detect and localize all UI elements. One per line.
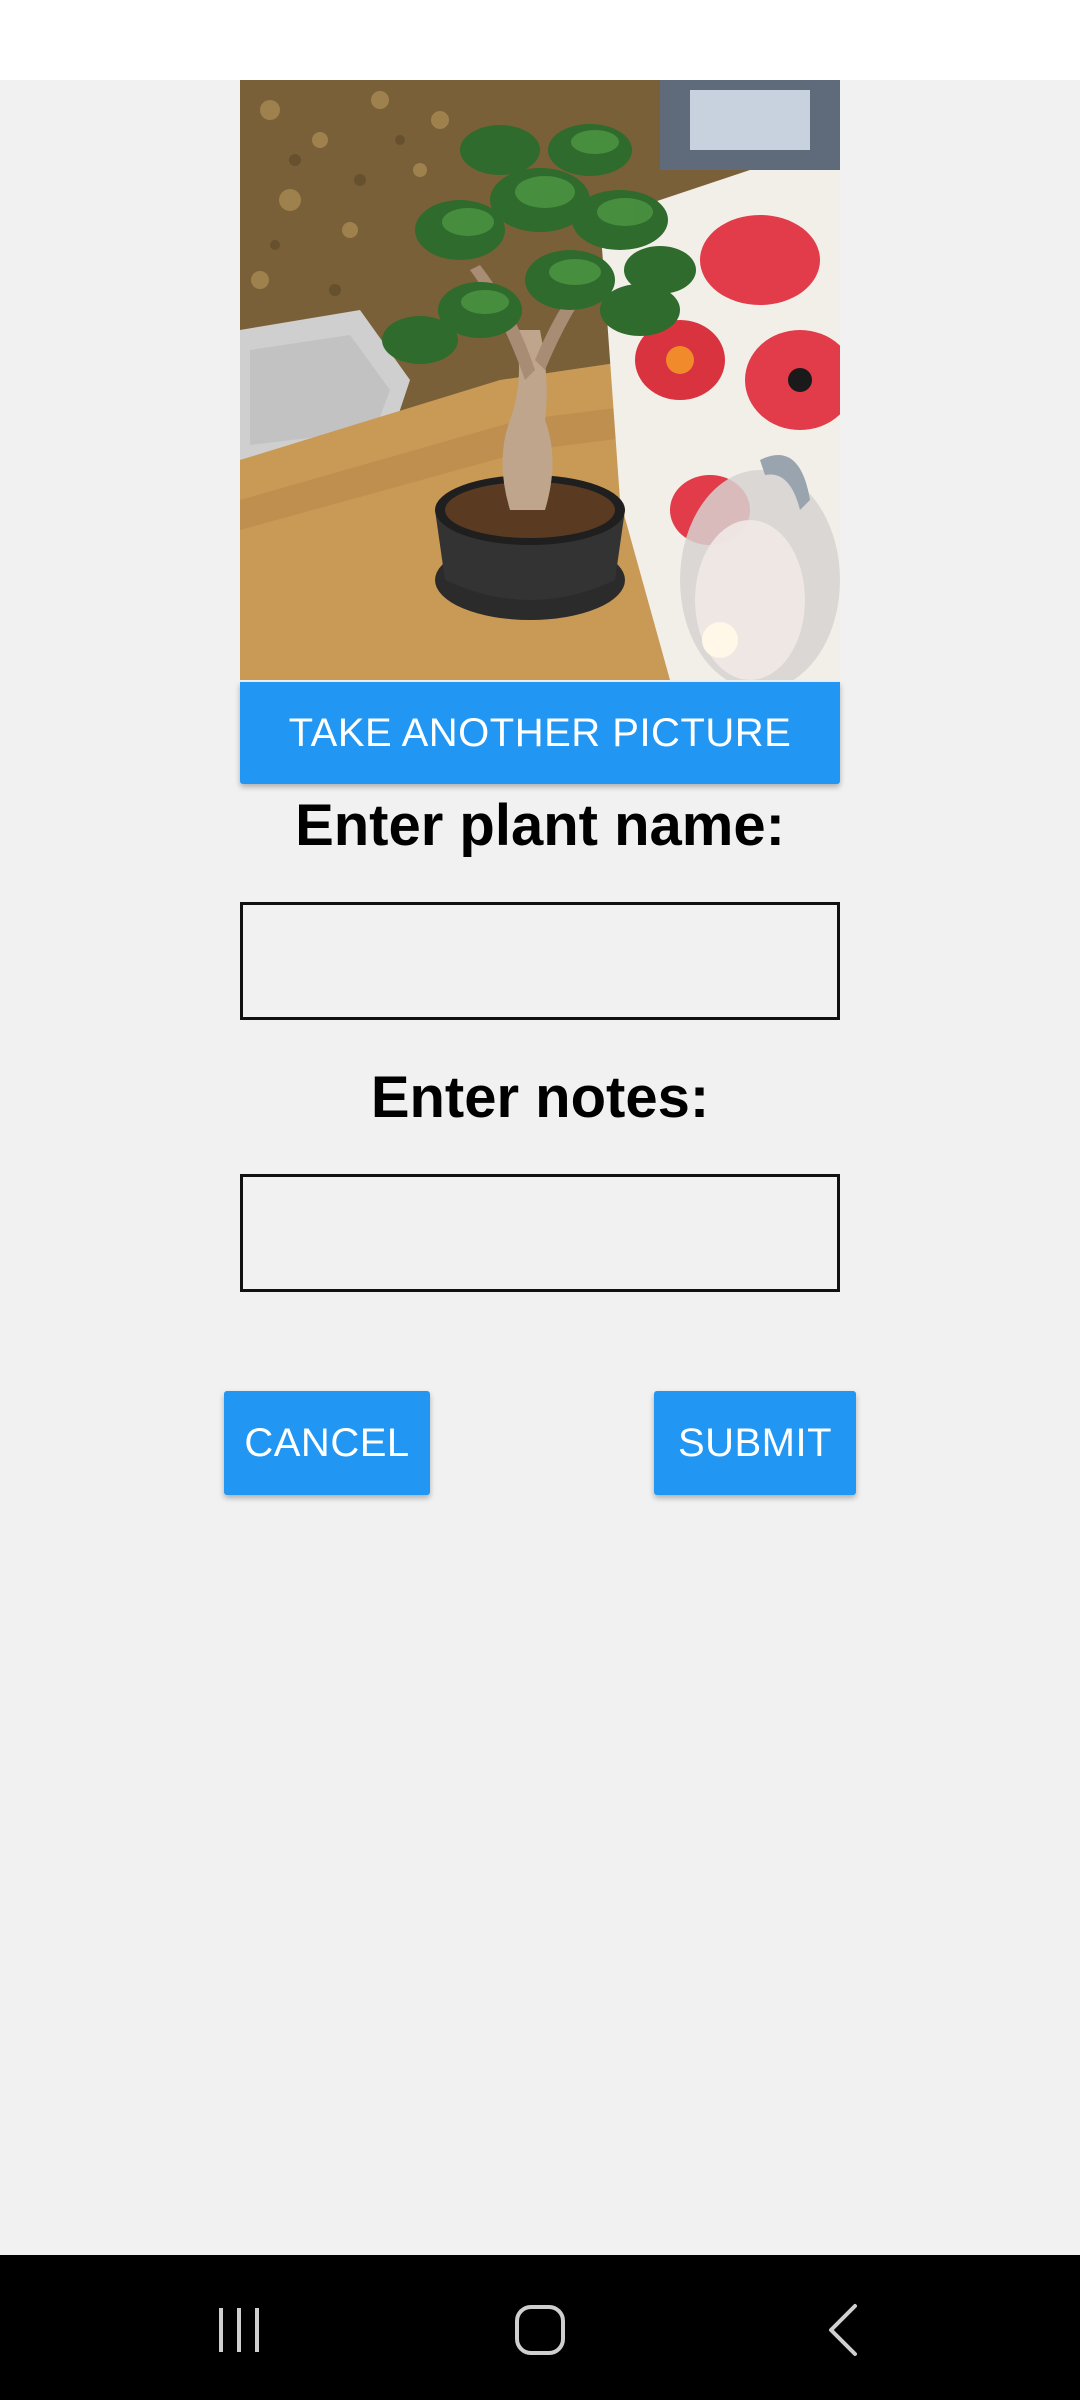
- system-navigation-bar: [0, 2255, 1080, 2400]
- back-icon[interactable]: [783, 2285, 903, 2375]
- plant-form-screen: TAKE ANOTHER PICTURE Enter plant name: E…: [0, 80, 1080, 2255]
- notes-input[interactable]: [240, 1174, 840, 1292]
- status-bar: [0, 0, 1080, 80]
- plant-photo-image: [240, 80, 840, 680]
- plant-name-input[interactable]: [240, 902, 840, 1020]
- submit-button[interactable]: SUBMIT: [654, 1391, 856, 1495]
- recent-apps-icon[interactable]: [179, 2285, 299, 2375]
- take-another-picture-button[interactable]: TAKE ANOTHER PICTURE: [240, 682, 840, 784]
- plant-name-label: Enter plant name:: [295, 793, 785, 858]
- cancel-button[interactable]: CANCEL: [224, 1391, 430, 1495]
- notes-label: Enter notes:: [370, 1065, 710, 1130]
- home-icon[interactable]: [480, 2285, 600, 2375]
- plant-photo: [240, 80, 840, 680]
